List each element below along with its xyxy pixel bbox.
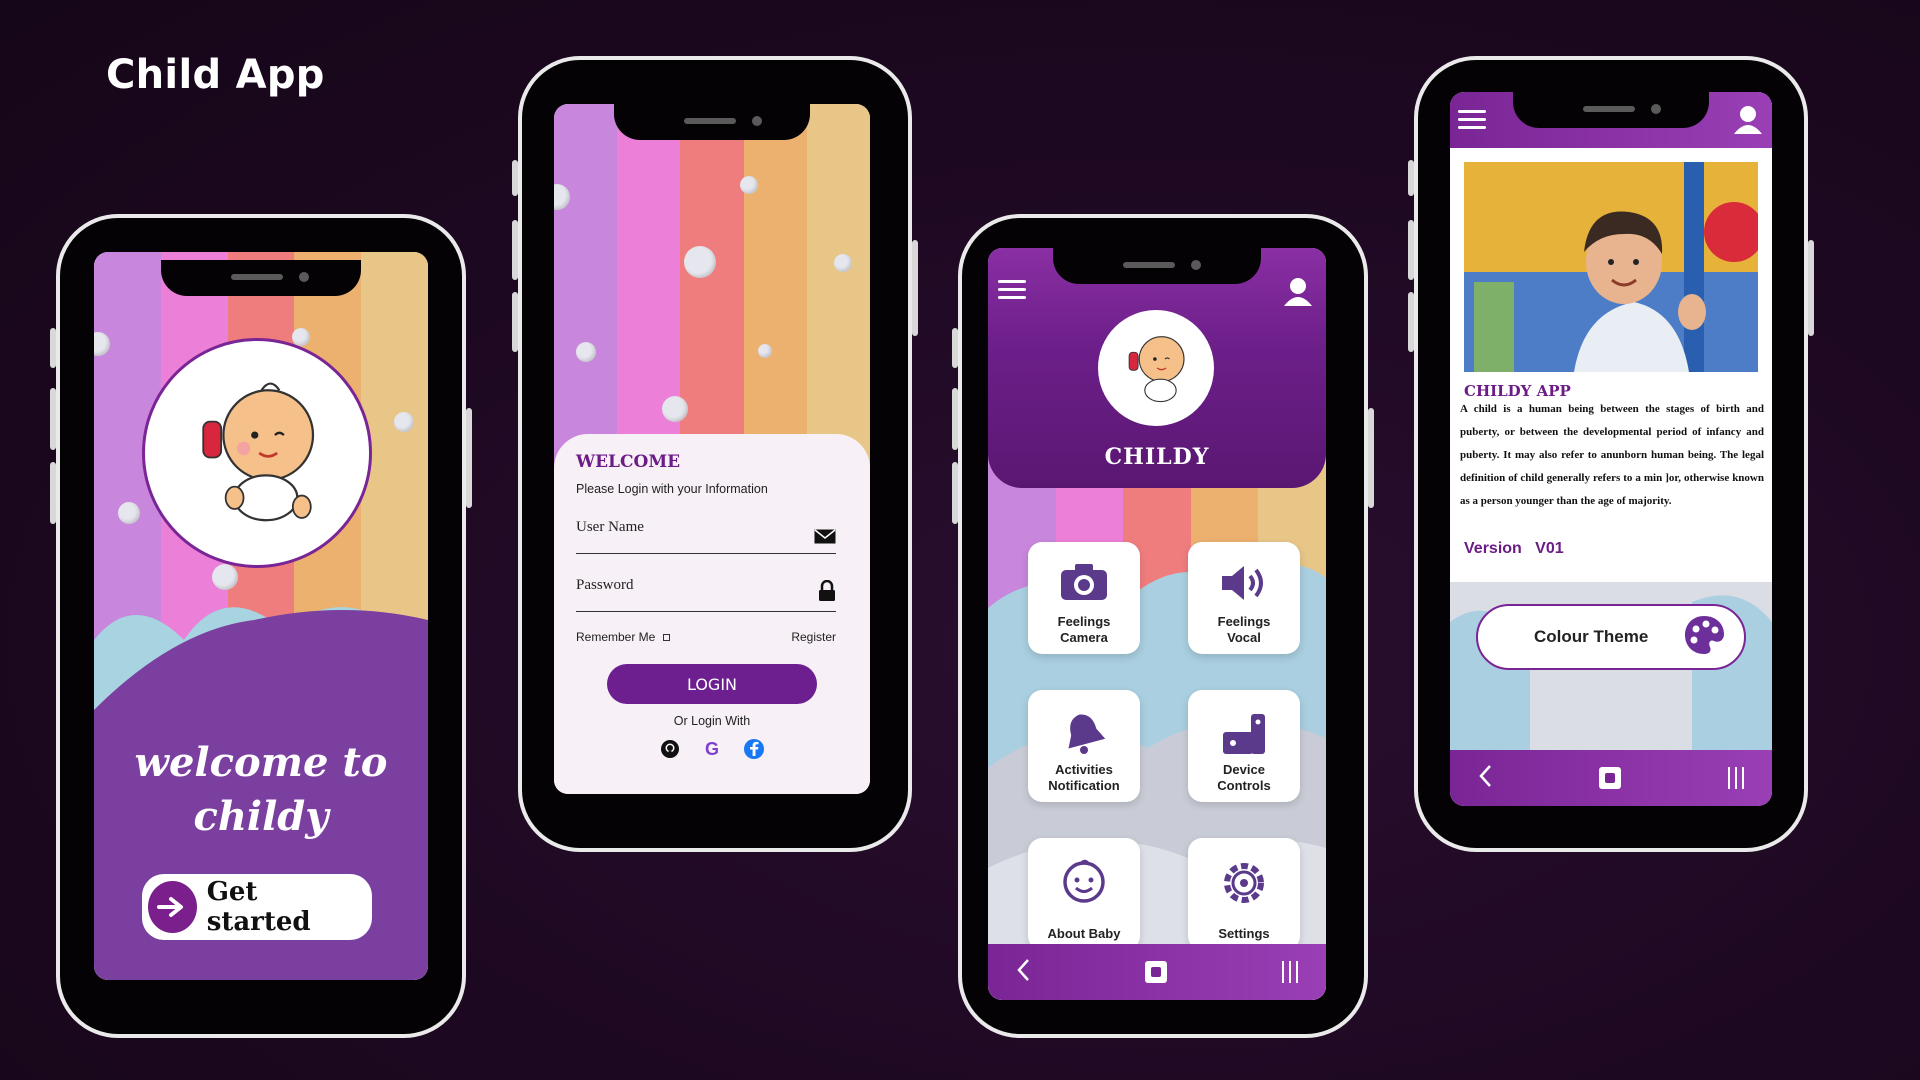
gear-icon <box>1219 858 1269 913</box>
dashboard-header: CHILDY <box>988 248 1326 488</box>
profile-icon[interactable] <box>1732 104 1764 141</box>
tile-settings[interactable]: Settings <box>1188 838 1300 950</box>
get-started-button[interactable]: Get started <box>142 874 372 940</box>
back-icon[interactable] <box>1478 764 1492 793</box>
home-icon[interactable] <box>1145 961 1167 983</box>
tile-device-controls[interactable]: Device Controls <box>1188 690 1300 802</box>
phone-login: WELCOME Please Login with your Informati… <box>512 56 918 852</box>
device-controls-icon <box>1221 710 1267 761</box>
mail-icon <box>814 529 836 549</box>
phone-dashboard: CHILDY Feelings Camera Feelings Vocal Ac… <box>952 214 1374 1038</box>
facebook-icon[interactable] <box>743 738 765 760</box>
register-link[interactable]: Register <box>791 630 836 644</box>
profile-icon[interactable] <box>1282 276 1314 313</box>
login-subtitle: Please Login with your Information <box>576 482 768 496</box>
page-title: Child App <box>106 52 325 98</box>
baby-face-icon <box>1059 858 1109 909</box>
login-card: WELCOME Please Login with your Informati… <box>554 434 870 794</box>
tile-feelings-vocal[interactable]: Feelings Vocal <box>1188 542 1300 654</box>
version-label: Version <box>1464 540 1522 557</box>
tile-label: Device Controls <box>1217 762 1271 793</box>
menu-icon[interactable] <box>1458 110 1486 134</box>
baby-logo <box>142 338 372 568</box>
app-name: CHILDY <box>1104 444 1210 470</box>
speaker-icon <box>1218 562 1270 609</box>
colour-theme-button[interactable]: Colour Theme <box>1476 604 1746 670</box>
phone-welcome: welcome to childy Get started <box>50 214 472 1038</box>
version-info: Version V01 <box>1464 540 1564 558</box>
arrow-right-icon <box>148 881 197 933</box>
tile-label: Feelings Vocal <box>1217 614 1271 645</box>
get-started-label: Get started <box>206 877 311 937</box>
lock-icon <box>818 579 836 607</box>
bottom-nav <box>1450 750 1772 806</box>
tile-label: Feelings Camera <box>1057 614 1111 645</box>
recent-apps-icon[interactable] <box>1282 961 1298 983</box>
version-value: V01 <box>1535 540 1564 557</box>
child-photo <box>1464 162 1758 372</box>
bell-icon <box>1061 710 1107 761</box>
username-label: User Name <box>576 519 644 535</box>
recent-apps-icon[interactable] <box>1728 767 1744 789</box>
about-description: A child is a human being between the sta… <box>1460 403 1764 507</box>
welcome-line1: welcome to <box>134 739 388 786</box>
tile-activities-notification[interactable]: Activities Notification <box>1028 690 1140 802</box>
phone-about: CHILDY APP A child is a human being betw… <box>1408 56 1814 852</box>
welcome-line2: childy <box>193 793 329 840</box>
camera-icon <box>1059 562 1109 607</box>
dashboard-screen: CHILDY Feelings Camera Feelings Vocal Ac… <box>988 248 1326 1000</box>
password-field[interactable]: Password <box>576 576 836 612</box>
tile-about-baby[interactable]: About Baby <box>1028 838 1140 950</box>
login-screen: WELCOME Please Login with your Informati… <box>554 104 870 794</box>
remember-me-checkbox[interactable]: Remember Me <box>576 630 671 644</box>
colour-theme-label: Colour Theme <box>1534 627 1649 646</box>
or-login-with: Or Login With <box>673 714 751 728</box>
tile-label: About Baby <box>1047 926 1121 941</box>
remember-me-label: Remember Me <box>576 630 656 644</box>
baby-logo <box>1098 310 1214 426</box>
back-icon[interactable] <box>1016 958 1030 987</box>
password-label: Password <box>576 577 634 593</box>
login-button[interactable]: LOGIN <box>607 664 817 704</box>
tile-label: Settings <box>1218 926 1270 941</box>
google-icon[interactable]: G <box>701 738 723 760</box>
github-icon[interactable] <box>659 738 681 760</box>
login-title: WELCOME <box>576 452 681 472</box>
tile-feelings-camera[interactable]: Feelings Camera <box>1028 542 1140 654</box>
menu-icon[interactable] <box>998 280 1026 304</box>
home-icon[interactable] <box>1599 767 1621 789</box>
tile-label: Activities Notification <box>1048 762 1120 793</box>
welcome-screen: welcome to childy Get started <box>94 252 428 980</box>
bottom-nav <box>988 944 1326 1000</box>
about-screen: CHILDY APP A child is a human being betw… <box>1450 92 1772 806</box>
palette-icon <box>1682 613 1726 662</box>
username-field[interactable]: User Name <box>576 518 836 554</box>
